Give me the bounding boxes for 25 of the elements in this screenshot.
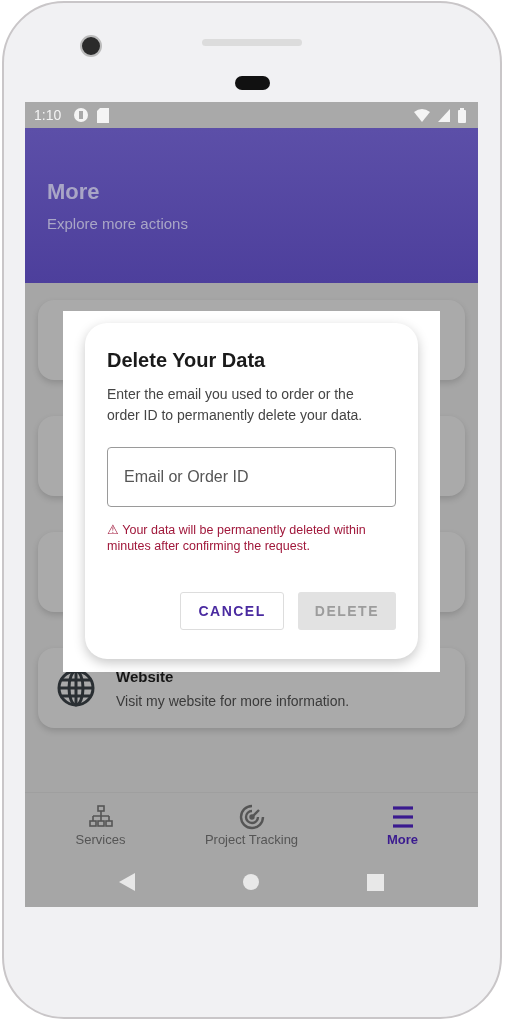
status-time: 1:10: [34, 107, 62, 123]
radar-icon: [238, 803, 265, 830]
warning-text: ⚠ Your data will be permanently deleted within minutes after confirming the request.: [107, 522, 367, 554]
dialog-message: Enter the email you used to order or the order ID to permanently delete your data.: [107, 385, 364, 425]
card-title: Website: [116, 667, 175, 685]
card-description: Visit my website for more information.: [116, 692, 350, 709]
org-chart-icon: [87, 803, 114, 830]
battery-icon: [458, 107, 466, 123]
dialog-title: Delete Your Data: [107, 349, 267, 372]
page-subtitle: Explore more actions: [47, 215, 189, 232]
input-field[interactable]: Email or Order ID: [107, 447, 396, 507]
cancel-button[interactable]: CANCEL: [180, 592, 284, 630]
back-icon[interactable]: [119, 873, 135, 891]
camera-icon: [80, 35, 102, 57]
recents-icon[interactable]: [367, 873, 384, 891]
earpiece: [235, 76, 270, 90]
nav-tab[interactable]: Project Tracking: [186, 803, 317, 847]
sd-card-icon: [97, 107, 110, 123]
wifi-icon: [414, 108, 430, 122]
page-title: More: [47, 179, 101, 205]
home-icon[interactable]: [243, 874, 259, 890]
notification-icon: [73, 107, 90, 123]
signal-icon: [438, 108, 450, 122]
nav-tab[interactable]: More: [337, 803, 468, 847]
nav-tab[interactable]: Services: [35, 803, 166, 847]
